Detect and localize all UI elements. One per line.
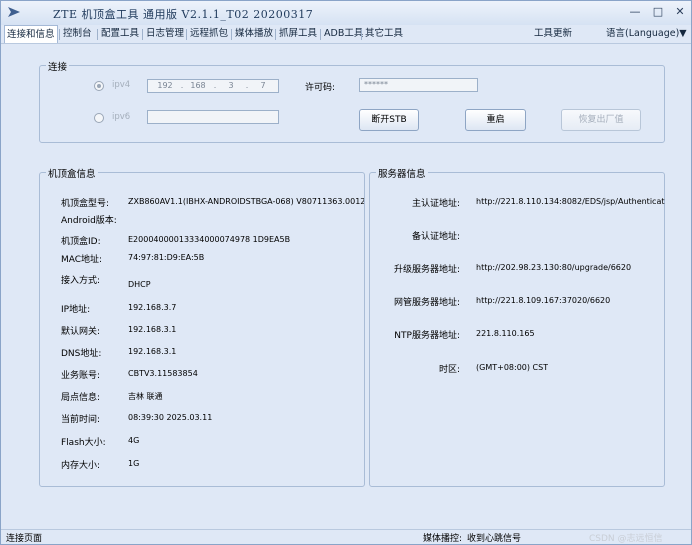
android-version-label: Android版本: [61,216,117,226]
memory-size-value: 1G [128,459,140,468]
window-title: ZTE 机顶盒工具 通用版 V2.1.1_T02 20200317 [53,8,314,21]
flash-size-value: 4G [128,436,140,445]
site-info-label: 局点信息: [61,393,101,403]
ip-address-value: 192.168.3.7 [128,303,177,312]
reboot-button[interactable]: 重启 [465,109,526,131]
timezone-value: (GMT+08:00) CST [476,363,549,372]
status-bar: 连接页面 媒体播控: 收到心跳信号 CSDN @志远恒信 [1,529,691,544]
ipv4-radio[interactable] [94,81,104,91]
ip-dot: . [213,81,217,90]
title-bar: ZTE 机顶盒工具 通用版 V2.1.1_T02 20200317 — □ ✕ [1,1,691,25]
menu-divider [275,29,276,40]
current-time-value: 08:39:30 2025.03.11 [128,413,213,422]
menu-divider [186,29,187,40]
stb-model-label: 机顶盒型号: [61,199,110,209]
ntp-server-label: NTP服务器地址: [394,331,460,341]
upgrade-server-value: http://202.98.23.130:80/upgrade/6620 [476,263,632,272]
stb-id-value: E20004000013334000074978 1D9EA5B [128,235,291,244]
tab-screen-capture[interactable]: 抓屏工具 [277,25,319,43]
disconnect-stb-button[interactable]: 断开STB [359,109,419,131]
menu-divider [97,29,98,40]
timezone-label: 时区: [438,365,460,375]
ip-dot: . [180,81,184,90]
status-page-text: 连接页面 [6,534,43,544]
nms-server-label: 网管服务器地址: [393,298,460,308]
menu-divider [231,29,232,40]
ipv4-address-field[interactable]: 192 . 168 . 3 . 7 [147,79,279,93]
connection-group-title: 连接 [46,59,70,73]
server-info-group-title: 服务器信息 [376,166,428,180]
stb-id-label: 机顶盒ID: [61,237,101,247]
flash-size-label: Flash大小: [61,438,106,448]
tab-console[interactable]: 控制台 [61,25,94,43]
ntp-server-value: 221.8.110.165 [476,329,535,338]
dns-label: DNS地址: [61,349,102,359]
ip-octet-3: 3 [228,81,234,90]
ipv6-radio[interactable] [94,113,104,123]
language-menu[interactable]: 语言(Language)▼ [604,25,689,43]
stb-info-group-title: 机顶盒信息 [46,166,98,180]
menu-divider [59,29,60,40]
stb-model-value: ZXB860AV1.1(IBHX-ANDROIDSTBGA-068) V8071… [128,197,364,206]
license-label: 许可码: [305,83,336,93]
ipv4-label: ipv4 [112,80,131,90]
stb-info-group: 机顶盒信息 机顶盒型号: ZXB860AV1.1(IBHX-ANDROIDSTB… [39,166,365,487]
site-info-value: 吉林 联通 [128,392,163,401]
ipv6-address-field[interactable] [147,110,279,124]
gateway-value: 192.168.3.1 [128,325,177,334]
current-time-label: 当前时间: [61,415,101,425]
server-info-group: 服务器信息 主认证地址: http://221.8.110.134:8082/E… [369,166,665,487]
tab-config-tool[interactable]: 配置工具 [99,25,141,43]
connection-group: 连接 ipv4 192 . 168 . 3 . 7 许可码: ****** ip… [39,59,665,143]
app-window: ZTE 机顶盒工具 通用版 V2.1.1_T02 20200317 — □ ✕ … [0,0,692,545]
backup-auth-label: 备认证地址: [411,232,460,242]
tab-remote-capture[interactable]: 远程抓包 [188,25,230,43]
menu-divider [142,29,143,40]
ip-octet-4: 7 [260,81,266,90]
service-account-label: 业务账号: [61,371,101,381]
primary-auth-value: http://221.8.110.134:8082/EDS/jsp/Authen… [476,197,665,206]
access-mode-label: 接入方式: [61,276,101,286]
maximize-button[interactable]: □ [650,5,666,19]
ip-octet-2: 168 [190,81,206,90]
menu-divider [320,29,321,40]
ip-dot: . [245,81,249,90]
minimize-button[interactable]: — [627,5,643,19]
mac-value: 74:97:81:D9:EA:5B [128,253,205,262]
upgrade-server-label: 升级服务器地址: [393,265,460,275]
primary-auth-label: 主认证地址: [411,199,460,209]
license-code-field[interactable]: ****** [359,78,478,92]
tab-connection-info[interactable]: 连接和信息 [4,25,58,43]
close-button[interactable]: ✕ [672,5,688,19]
media-control-label: 媒体播控: [423,534,463,544]
tab-other-tools[interactable]: 其它工具 [363,25,405,43]
tab-adb-tool[interactable]: ADB工具 [322,25,365,43]
tab-log-management[interactable]: 日志管理 [144,25,186,43]
service-account-value: CBTV3.11583854 [128,369,198,378]
media-control-value: 收到心跳信号 [467,534,522,544]
memory-size-label: 内存大小: [61,461,101,471]
nms-server-value: http://221.8.109.167:37020/6620 [476,296,611,305]
ipv6-label: ipv6 [112,112,131,122]
menu-divider [361,29,362,40]
ip-address-label: IP地址: [61,305,91,315]
tab-media-play[interactable]: 媒体播放 [233,25,275,43]
dns-value: 192.168.3.1 [128,347,177,356]
access-mode-value: DHCP [128,280,151,289]
mac-label: MAC地址: [61,255,103,265]
watermark-text: CSDN @志远恒信 [589,534,663,544]
menu-bar: 连接和信息 控制台 配置工具 日志管理 远程抓包 媒体播放 抓屏工具 ADB工具… [1,25,691,44]
factory-reset-button[interactable]: 恢复出厂值 [561,109,641,131]
ip-octet-1: 192 [157,81,173,90]
app-logo-icon [8,7,20,17]
gateway-label: 默认网关: [61,327,101,337]
tool-update-menu[interactable]: 工具更新 [532,25,574,43]
